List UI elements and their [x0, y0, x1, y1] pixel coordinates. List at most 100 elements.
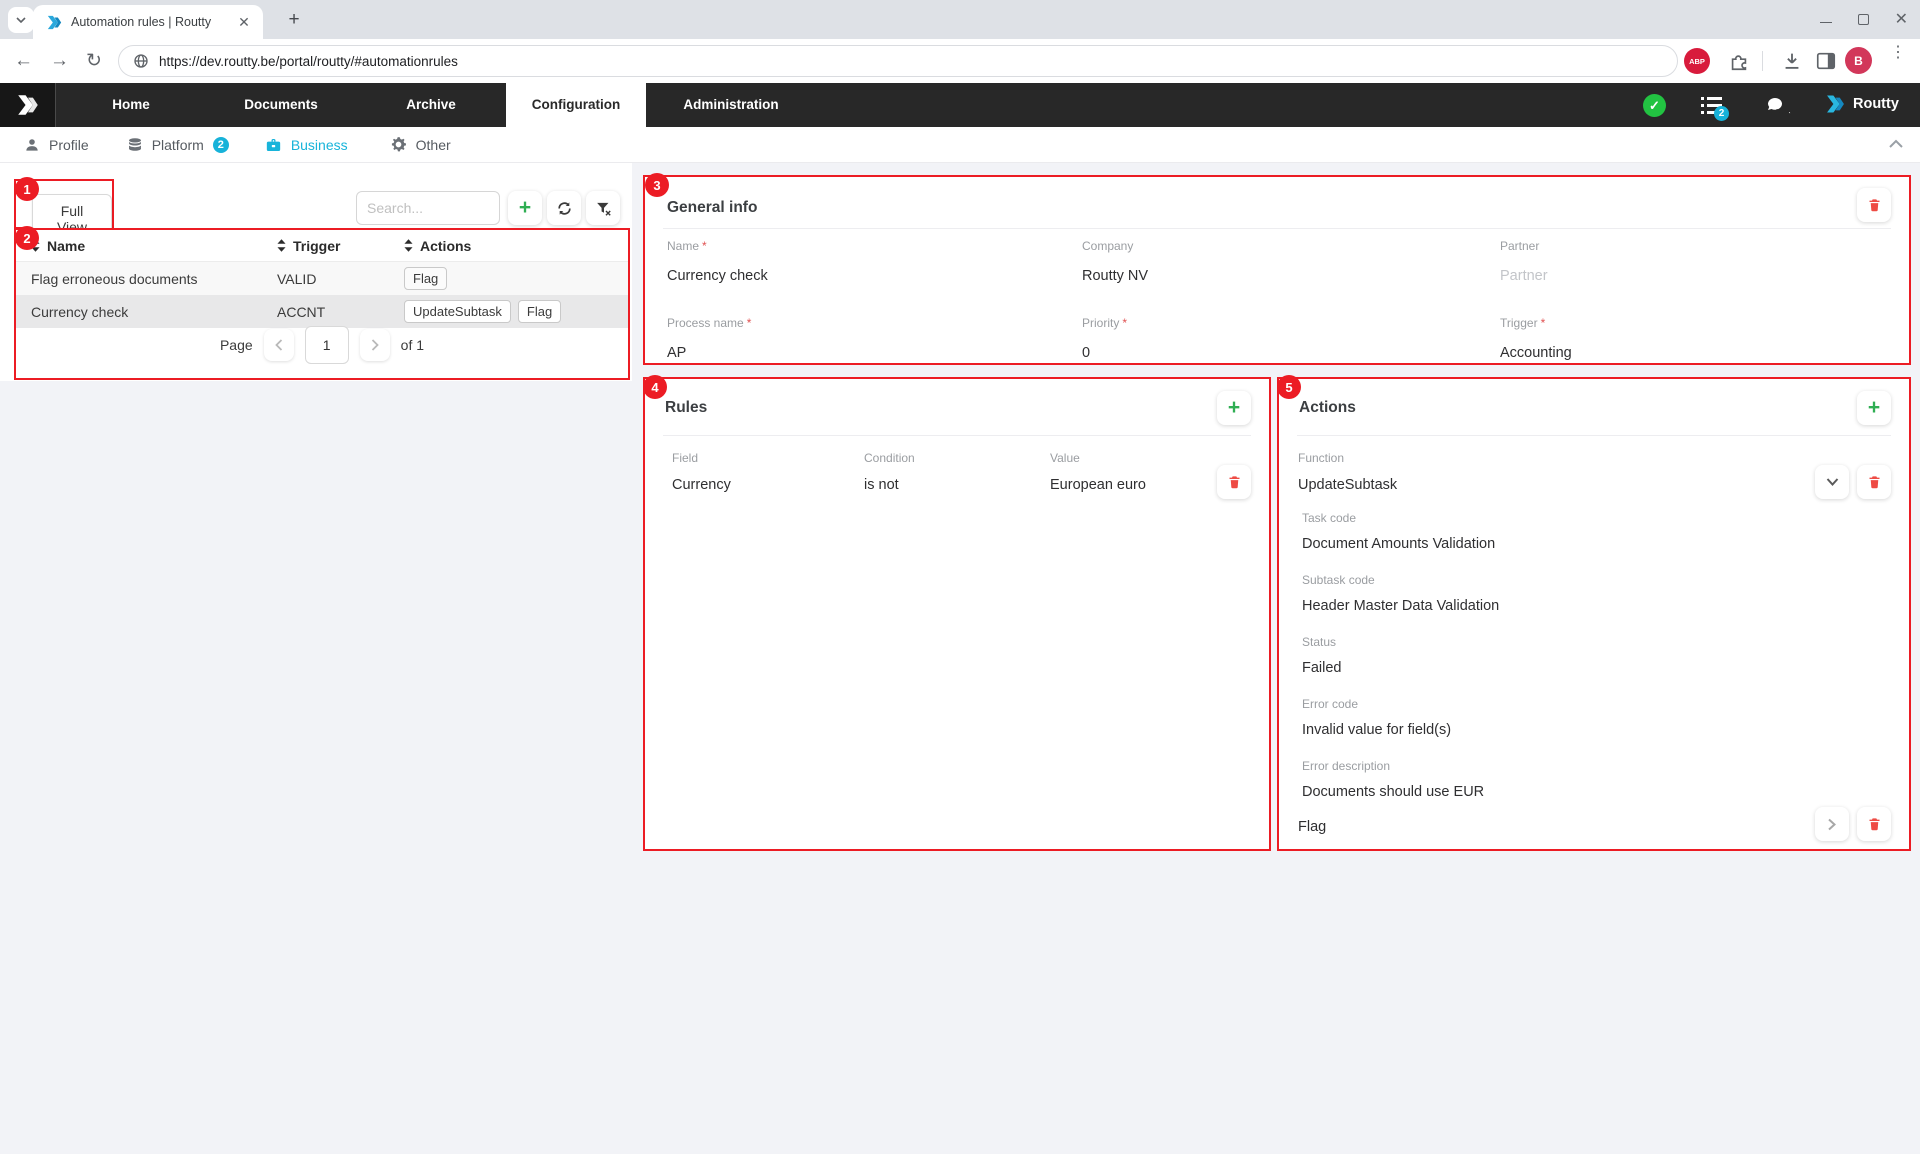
brand-bolt-icon [1826, 93, 1845, 115]
field-trigger-value[interactable]: Accounting [1500, 345, 1897, 361]
subnav-item-business[interactable]: Business [265, 137, 348, 153]
annotation-box-4: Rules + Field Condition Value Currency i… [643, 377, 1271, 851]
filter-remove-icon [595, 200, 612, 217]
reload-icon[interactable]: ↻ [86, 50, 102, 73]
rule-condition-value[interactable]: is not [864, 477, 1050, 493]
adblock-extension-icon[interactable]: ABP [1684, 48, 1710, 74]
expand-action-button[interactable] [1815, 807, 1849, 841]
refresh-button[interactable] [547, 191, 581, 225]
annotation-label-2: 2 [15, 226, 39, 250]
collapse-subnav-icon[interactable] [1888, 136, 1904, 154]
clear-filter-button[interactable] [586, 191, 620, 225]
field-name-value[interactable]: Currency check [667, 268, 1082, 284]
extensions-puzzle-icon[interactable] [1728, 50, 1750, 72]
plus-icon: + [519, 197, 531, 218]
field-partner-value[interactable]: Partner [1500, 268, 1897, 284]
subnav-item-profile[interactable]: Profile [24, 137, 89, 153]
action-param-value[interactable]: Failed [1302, 660, 1342, 676]
site-info-icon[interactable] [133, 53, 149, 69]
person-icon [24, 137, 40, 153]
chevron-down-icon [1826, 478, 1839, 486]
forward-icon[interactable]: → [50, 50, 69, 72]
tasks-list-icon[interactable]: 2 [1700, 95, 1724, 122]
status-ok-icon[interactable]: ✓ [1643, 94, 1666, 117]
window-minimize-icon[interactable] [1820, 22, 1832, 23]
app-logo[interactable] [0, 83, 56, 127]
window-close-icon[interactable]: ✕ [1895, 12, 1908, 28]
field-priority-value[interactable]: 0 [1082, 345, 1500, 361]
nav-item-documents[interactable]: Documents [206, 83, 356, 127]
window-maximize-icon[interactable] [1858, 14, 1869, 25]
action-param-value[interactable]: Documents should use EUR [1302, 784, 1484, 800]
tasks-badge: 2 [1714, 106, 1729, 121]
delete-action-button[interactable] [1857, 807, 1891, 841]
action-param-value[interactable]: Document Amounts Validation [1302, 536, 1495, 552]
collapse-action-button[interactable] [1815, 465, 1849, 499]
next-page-button[interactable] [360, 329, 390, 361]
sort-icon[interactable] [277, 239, 286, 252]
subnav-item-other[interactable]: Other [390, 136, 451, 153]
col-header-name[interactable]: Name [47, 238, 85, 254]
delete-rule-row-button[interactable] [1217, 465, 1251, 499]
chevron-right-icon [371, 339, 379, 351]
pagination: Page of 1 [16, 326, 628, 364]
nav-item-administration[interactable]: Administration [646, 83, 816, 127]
back-icon[interactable]: ← [14, 50, 33, 72]
brand-area[interactable]: Routty [1826, 93, 1899, 115]
trash-icon [1227, 474, 1242, 490]
delete-action-button[interactable] [1857, 465, 1891, 499]
rule-field-value[interactable]: Currency [672, 477, 864, 493]
field-company-value[interactable]: Routty NV [1082, 268, 1500, 284]
browser-profile-avatar[interactable]: B [1845, 47, 1872, 74]
side-panel-icon[interactable] [1815, 50, 1837, 72]
tab-search-chevron-icon[interactable] [8, 7, 34, 33]
nav-item-archive[interactable]: Archive [356, 83, 506, 127]
add-rule-button[interactable]: + [508, 191, 542, 225]
action-param-value[interactable]: Header Master Data Validation [1302, 598, 1499, 614]
search-input[interactable] [356, 191, 500, 225]
col-header-trigger[interactable]: Trigger [293, 238, 340, 254]
field-priority: Priority* 0 [1082, 314, 1500, 361]
nav-item-configuration[interactable]: Configuration [506, 83, 646, 127]
trash-icon [1867, 816, 1882, 832]
delete-automation-rule-button[interactable] [1857, 188, 1891, 222]
action-function-value[interactable]: Flag [1298, 819, 1326, 835]
routty-favicon-icon [47, 15, 62, 30]
gear-icon [390, 136, 407, 153]
function-label: Function [1298, 451, 1344, 465]
screen: Automation rules | Routty ✕ + ✕ ← → ↻ ht… [0, 0, 1920, 1154]
new-tab-button[interactable]: + [283, 9, 305, 31]
browser-tab[interactable]: Automation rules | Routty ✕ [33, 5, 263, 39]
plus-icon: + [1228, 397, 1240, 418]
subnav-item-platform[interactable]: Platform 2 [127, 137, 229, 153]
field-name: Name* Currency check [667, 237, 1082, 284]
url-bar[interactable]: https://dev.routty.be/portal/routty/#aut… [118, 45, 1678, 77]
col-header-actions[interactable]: Actions [420, 238, 471, 254]
sort-icon[interactable] [404, 239, 413, 252]
downloads-icon[interactable] [1781, 50, 1803, 72]
general-info-title: General info [667, 199, 757, 217]
nav-item-home[interactable]: Home [56, 83, 206, 127]
field-process-name-value[interactable]: AP [667, 345, 1082, 361]
trash-icon [1867, 197, 1882, 213]
chevron-left-icon [275, 339, 283, 351]
actions-title: Actions [1299, 399, 1356, 417]
action-tag: UpdateSubtask [404, 300, 511, 323]
rule-value-value[interactable]: European euro [1050, 477, 1146, 493]
action-function-value[interactable]: UpdateSubtask [1298, 477, 1397, 493]
app-navbar: Home Documents Archive Configuration Adm… [0, 83, 1920, 127]
prev-page-button[interactable] [264, 329, 294, 361]
brand-name: Routty [1853, 96, 1899, 112]
field-process-name: Process name* AP [667, 314, 1082, 361]
add-rule-row-button[interactable]: + [1217, 391, 1251, 425]
action-param-value[interactable]: Invalid value for field(s) [1302, 722, 1451, 738]
tab-close-icon[interactable]: ✕ [235, 13, 253, 31]
routty-bolt-icon [17, 94, 39, 116]
browser-menu-icon[interactable]: ⋮ [1890, 49, 1904, 57]
table-row[interactable]: Flag erroneous documents VALID Flag [16, 262, 628, 295]
page-number-input[interactable] [305, 326, 349, 364]
add-action-button[interactable]: + [1857, 391, 1891, 425]
page-of-label: of 1 [401, 337, 424, 353]
chat-icon[interactable] [1766, 96, 1792, 123]
table-row-selected[interactable]: Currency check ACCNT UpdateSubtask Flag [16, 295, 628, 328]
